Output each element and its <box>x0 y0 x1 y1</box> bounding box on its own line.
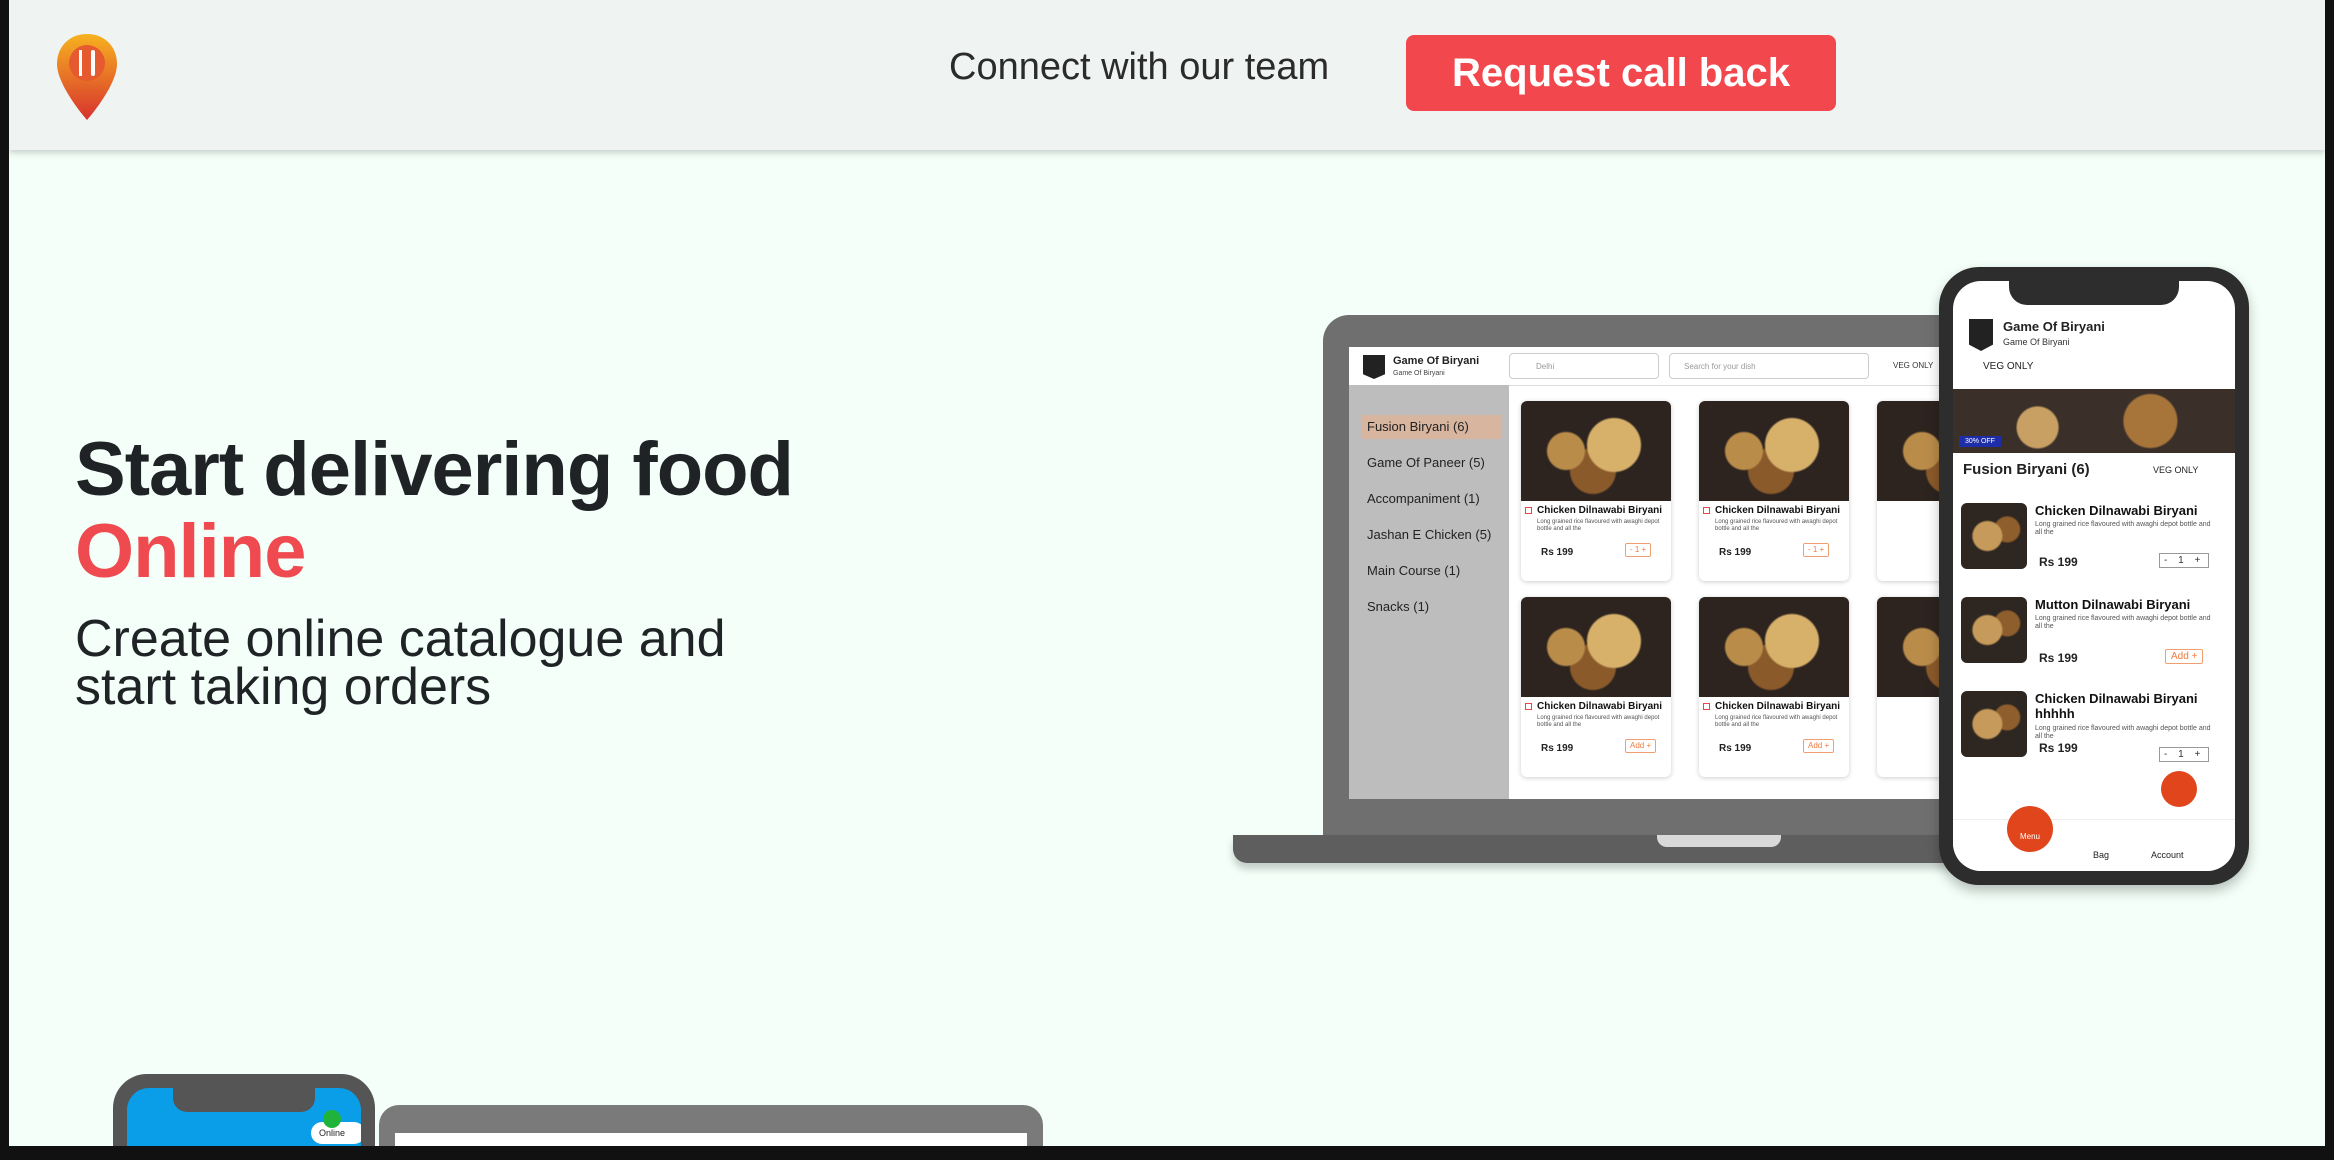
category-item[interactable]: Snacks (1) <box>1361 595 1501 619</box>
product-price: Rs 199 <box>2039 651 2078 665</box>
non-veg-icon <box>1525 507 1532 514</box>
section-title: Fusion Biryani (6) <box>1963 461 2090 478</box>
menu-nav-button[interactable]: Menu <box>2007 806 2053 852</box>
connect-text: Connect with our team <box>949 46 1330 88</box>
phone-mockup: Game Of Biryani Game Of Biryani VEG ONLY… <box>1939 267 2249 885</box>
menu-nav-label: Menu <box>2019 832 2040 841</box>
product-name: Chicken Dilnawabi Biryani <box>2035 503 2198 518</box>
food-image <box>1521 401 1671 501</box>
quantity-stepper[interactable]: - 1 + <box>2159 747 2210 762</box>
store-name: Game Of Biryani <box>2003 319 2105 334</box>
laptop-base <box>1233 835 1993 863</box>
product-price: Rs 199 <box>1541 743 1574 754</box>
offer-badge: 30% OFF <box>1959 436 2001 447</box>
merchant-laptop-mockup <box>379 1105 1043 1146</box>
food-image <box>1521 597 1671 697</box>
laptop-mockup: Game Of Biryani Game Of Biryani Delhi Se… <box>1233 315 1993 871</box>
non-veg-icon <box>1703 507 1710 514</box>
category-item[interactable]: Fusion Biryani (6) <box>1361 415 1501 439</box>
product-description: Long grained rice flavoured with awaghi … <box>1715 519 1838 532</box>
product-name: Mutton Dilnawabi Biryani <box>2035 597 2191 612</box>
quantity-stepper[interactable]: - 1 + <box>2159 553 2210 568</box>
category-menu-fab-icon[interactable] <box>2161 771 2197 807</box>
non-veg-icon <box>1703 703 1710 710</box>
logo-pin-icon[interactable] <box>55 32 119 122</box>
product-name: Chicken Dilnawabi Biryani hhhhh <box>2035 691 2198 721</box>
request-call-back-button[interactable]: Request call back <box>1406 35 1836 111</box>
product-price: Rs 199 <box>1719 547 1752 558</box>
add-button[interactable]: Add + <box>2165 649 2204 664</box>
food-image <box>1961 691 2027 757</box>
product-price: Rs 199 <box>2039 555 2078 569</box>
store-logo-icon <box>1969 319 1993 351</box>
store-topbar: Game Of Biryani Game Of Biryani Delhi Se… <box>1349 347 1959 386</box>
store-name: Game Of Biryani <box>1393 355 1480 367</box>
laptop-screen: Game Of Biryani Game Of Biryani Delhi Se… <box>1349 347 1959 799</box>
bottom-nav: Menu Bag Account <box>1953 806 2235 871</box>
hero-title-accent: Online <box>75 509 306 594</box>
product-price: Rs 199 <box>1719 743 1752 754</box>
online-indicator-icon <box>323 1110 341 1128</box>
laptop-notch <box>1657 835 1781 847</box>
product-description: Long grained rice flavoured with awaghi … <box>1537 715 1660 728</box>
dish-search-input[interactable]: Search for your dish <box>1669 353 1869 379</box>
food-image <box>1699 597 1849 697</box>
food-image <box>1961 503 2027 569</box>
product-card[interactable]: Chicken Dilnawabi Biryani Long grained r… <box>1521 597 1671 777</box>
product-card[interactable]: Chicken Dilnawabi Biryani Long grained r… <box>1699 597 1849 777</box>
product-name: Chicken Dilnawabi Biryani <box>1537 505 1663 516</box>
quantity-stepper[interactable]: - 1 + <box>1625 543 1652 557</box>
hero-subtitle: Create online catalogue and start taking… <box>75 610 726 716</box>
store-subtitle: Game Of Biryani <box>1393 370 1445 377</box>
add-button[interactable]: Add + <box>1625 739 1657 753</box>
account-nav-label[interactable]: Account <box>2151 850 2184 860</box>
product-description: Long grained rice flavoured with awaghi … <box>2035 615 2211 630</box>
product-name: Chicken Dilnawabi Biryani <box>1537 701 1663 712</box>
product-name: Chicken Dilnawabi Biryani <box>1715 505 1841 516</box>
product-name: Chicken Dilnawabi Biryani <box>1715 701 1841 712</box>
bag-nav-label[interactable]: Bag <box>2093 850 2109 860</box>
veg-only-toggle[interactable]: VEG ONLY <box>2153 465 2198 475</box>
phone-screen: Game Of Biryani Game Of Biryani VEG ONLY… <box>1953 281 2235 871</box>
merchant-laptop-screen <box>395 1133 1027 1146</box>
product-description: Long grained rice flavoured with awaghi … <box>2035 521 2211 536</box>
category-sidebar: Fusion Biryani (6) Game Of Paneer (5) Ac… <box>1349 385 1509 799</box>
hero-title: Start delivering food <box>75 427 794 512</box>
non-veg-icon <box>1525 703 1532 710</box>
phone-notch <box>173 1088 315 1112</box>
product-price: Rs 199 <box>2039 741 2078 755</box>
product-description: Long grained rice flavoured with awaghi … <box>1715 715 1838 728</box>
category-item[interactable]: Jashan E Chicken (5) <box>1361 523 1501 547</box>
product-card[interactable]: Chicken Dilnawabi Biryani Long grained r… <box>1699 401 1849 581</box>
add-button[interactable]: Add + <box>1803 739 1835 753</box>
phone-notch <box>2009 275 2179 305</box>
site-header: Connect with our team Request call back <box>9 0 2325 150</box>
product-description: Long grained rice flavoured with awaghi … <box>2035 725 2211 740</box>
page: Connect with our team Request call back … <box>9 0 2325 1146</box>
product-card[interactable]: Chicken Dilnawabi Biryani Long grained r… <box>1521 401 1671 581</box>
category-item[interactable]: Accompaniment (1) <box>1361 487 1501 511</box>
store-logo-icon <box>1363 355 1385 379</box>
category-item[interactable]: Main Course (1) <box>1361 559 1501 583</box>
store-subtitle: Game Of Biryani <box>2003 337 2070 347</box>
product-price: Rs 199 <box>1541 547 1574 558</box>
food-image <box>1961 597 2027 663</box>
product-description: Long grained rice flavoured with awaghi … <box>1537 519 1660 532</box>
category-item[interactable]: Game Of Paneer (5) <box>1361 451 1501 475</box>
veg-only-toggle[interactable]: VEG ONLY <box>1983 361 2033 372</box>
food-image <box>1699 401 1849 501</box>
quantity-stepper[interactable]: - 1 + <box>1803 543 1830 557</box>
location-select[interactable]: Delhi <box>1509 353 1659 379</box>
veg-only-toggle[interactable]: VEG ONLY <box>1893 361 1933 370</box>
